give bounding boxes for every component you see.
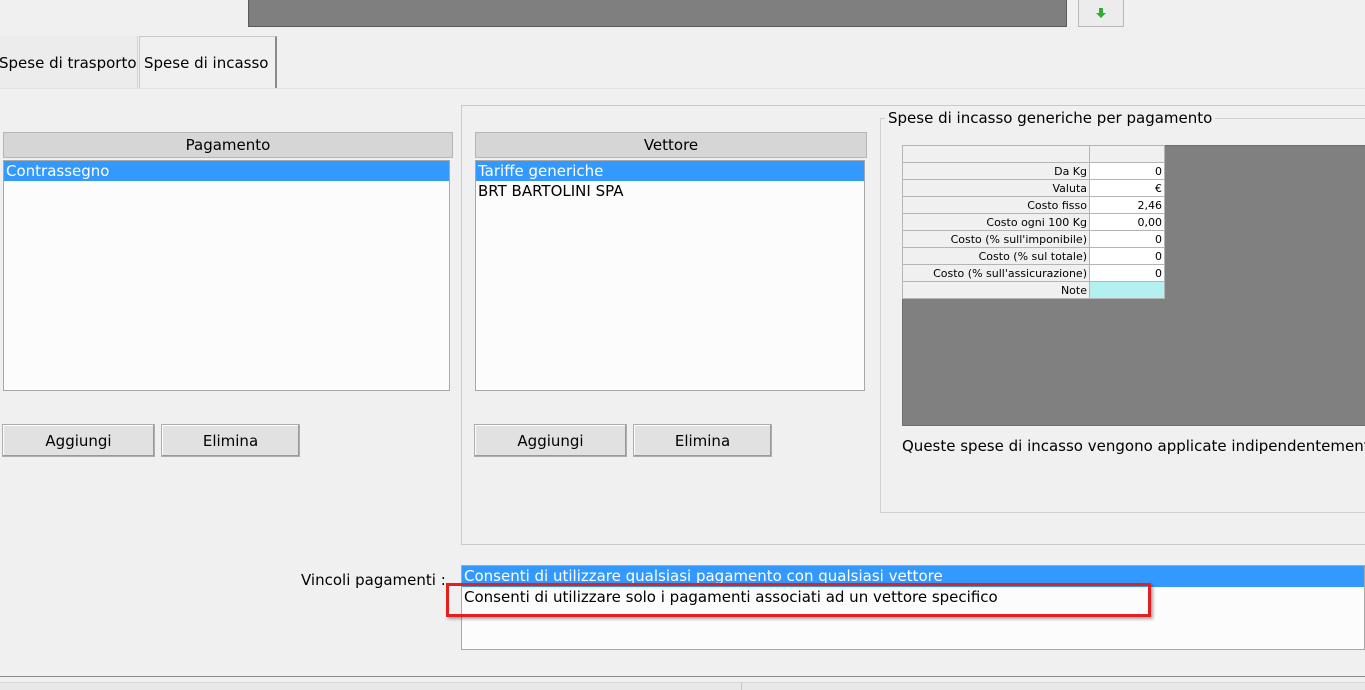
grid-row-label: Costo fisso xyxy=(902,196,1090,214)
grid-row-label: Note xyxy=(902,281,1090,299)
grid-row-costo-fisso: Costo fisso 2,46 xyxy=(902,196,1165,214)
spese-incasso-info: Queste spese di incasso vengono applicat… xyxy=(902,437,1365,455)
status-bar xyxy=(0,682,1365,690)
grid-row-costo-100kg: Costo ogni 100 Kg 0,00 xyxy=(902,213,1165,231)
tab-label: Spese di trasporto xyxy=(0,53,137,72)
tab-divider xyxy=(0,88,1365,89)
grid-row-label: Da Kg xyxy=(902,162,1090,180)
grid-row-valuta: Valuta € xyxy=(902,179,1165,197)
grid-header-cell xyxy=(902,145,1090,163)
grid-row-value[interactable]: € xyxy=(1089,179,1165,197)
pagamento-header-label: Pagamento xyxy=(185,136,271,154)
grid-row-label: Costo (% sull'imponibile) xyxy=(902,230,1090,248)
grid-row-value[interactable]: 2,46 xyxy=(1089,196,1165,214)
move-down-button[interactable] xyxy=(1078,0,1124,27)
tab-spese-di-trasporto[interactable]: Spese di trasporto xyxy=(0,36,138,89)
tab-spese-di-incasso[interactable]: Spese di incasso xyxy=(139,36,277,89)
highlight-annotation xyxy=(446,583,1151,617)
pagamento-item-contrassegno[interactable]: Contrassegno xyxy=(4,161,449,181)
vettore-header-label: Vettore xyxy=(643,136,699,154)
button-label: Elimina xyxy=(674,431,731,450)
button-label: Aggiungi xyxy=(517,431,584,450)
grid-row-value[interactable]: 0 xyxy=(1089,230,1165,248)
grid-header-row xyxy=(902,145,1165,163)
vincoli-pagamenti-label: Vincoli pagamenti : xyxy=(301,571,446,589)
grid-row-costo-imponibile: Costo (% sull'imponibile) 0 xyxy=(902,230,1165,248)
spese-incasso-title: Spese di incasso generiche per pagamento xyxy=(885,109,1216,127)
grid-row-value[interactable]: 0 xyxy=(1089,247,1165,265)
grid-header-cell xyxy=(1089,145,1165,163)
tab-label: Spese di incasso xyxy=(144,54,269,72)
grid-row-da-kg: Da Kg 0 xyxy=(902,162,1165,180)
spese-incasso-grid: Da Kg 0 Valuta € Costo fisso 2,46 Costo … xyxy=(902,145,1165,299)
grid-row-costo-assicurazione: Costo (% sull'assicurazione) 0 xyxy=(902,264,1165,282)
arrow-down-icon xyxy=(1096,8,1106,18)
grid-row-note: Note xyxy=(902,281,1165,299)
grid-row-value[interactable]: 0 xyxy=(1089,162,1165,180)
vettore-item-tariffe-generiche[interactable]: Tariffe generiche xyxy=(476,161,864,181)
pagamento-delete-button[interactable]: Elimina xyxy=(161,424,300,457)
vettore-header: Vettore xyxy=(475,132,867,158)
grid-row-value[interactable] xyxy=(1089,281,1165,299)
grid-row-value[interactable]: 0,00 xyxy=(1089,213,1165,231)
vettore-list[interactable]: Tariffe generiche BRT BARTOLINI SPA xyxy=(475,160,865,391)
grid-row-label: Costo ogni 100 Kg xyxy=(902,213,1090,231)
vettore-item-brt-bartolini[interactable]: BRT BARTOLINI SPA xyxy=(476,181,864,201)
button-label: Aggiungi xyxy=(45,431,112,450)
top-panel xyxy=(248,0,1067,27)
grid-row-label: Costo (% sull'assicurazione) xyxy=(902,264,1090,282)
grid-row-costo-totale: Costo (% sul totale) 0 xyxy=(902,247,1165,265)
bottom-divider xyxy=(0,676,1365,677)
pagamento-header: Pagamento xyxy=(3,132,453,158)
grid-row-label: Costo (% sul totale) xyxy=(902,247,1090,265)
grid-row-label: Valuta xyxy=(902,179,1090,197)
vettore-delete-button[interactable]: Elimina xyxy=(633,424,772,457)
pagamento-add-button[interactable]: Aggiungi xyxy=(2,424,155,457)
pagamento-list[interactable]: Contrassegno xyxy=(3,160,450,391)
grid-row-value[interactable]: 0 xyxy=(1089,264,1165,282)
vettore-add-button[interactable]: Aggiungi xyxy=(474,424,627,457)
button-label: Elimina xyxy=(202,431,259,450)
status-bar-separator xyxy=(741,682,742,690)
